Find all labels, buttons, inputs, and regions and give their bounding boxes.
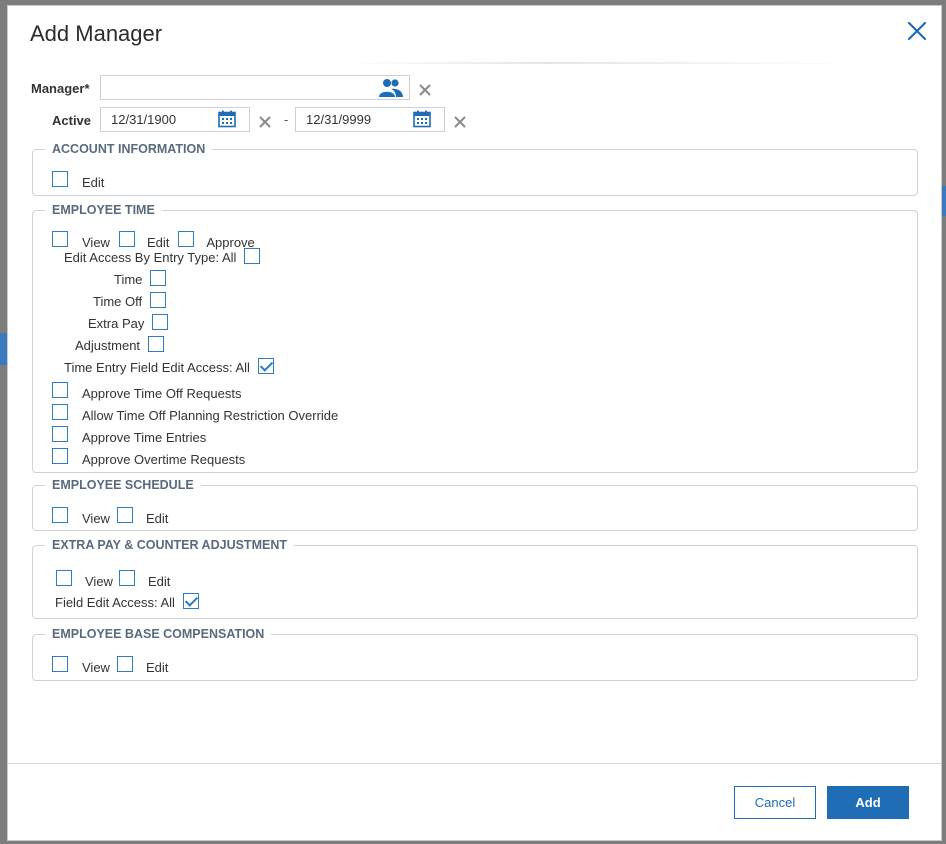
option-label: View [85,574,113,589]
extra-pay-checkbox[interactable] [152,313,169,330]
background-strip-left [0,333,7,365]
background-strip-right [942,186,946,216]
section-legend: ACCOUNT INFORMATION [52,142,206,156]
approve-time-entries-checkbox[interactable] [52,425,68,442]
account-information-section: ACCOUNT INFORMATION [32,142,918,196]
edit-access-by-entry-type-option: Edit Access By Entry Type: All [64,246,261,265]
close-icon[interactable] [904,18,930,44]
date-range-separator: - [284,112,289,127]
active-start-clear-icon[interactable] [259,115,271,128]
time-entry-field-edit-access-option: Time Entry Field Edit Access: All [64,356,274,375]
title-divider [348,62,848,64]
option-label: Extra Pay [88,316,145,331]
base-compensation-edit-checkbox[interactable] [116,655,133,672]
section-legend: EXTRA PAY & COUNTER ADJUSTMENT [52,538,287,552]
adjustment-option: Adjustment [75,334,165,353]
option-label: Adjustment [75,338,141,353]
extra-pay-option: Extra Pay [88,312,169,331]
employee-time-approve-checkbox[interactable] [178,230,195,247]
approve-time-off-requests-option: Approve Time Off Requests [52,378,241,401]
option-label: Approve Time Entries [82,430,207,445]
option-label: Edit [82,175,105,190]
manager-clear-icon[interactable] [419,83,431,96]
extra-pay-edit-checkbox[interactable] [118,569,135,586]
approve-overtime-requests-checkbox[interactable] [52,447,68,464]
field-edit-access-checkbox[interactable] [182,592,199,609]
active-label: Active [52,113,92,128]
time-option: Time [114,268,167,287]
time-entry-field-edit-access-checkbox[interactable] [257,357,274,374]
add-manager-dialog: Add Manager Manager* Active - [7,5,942,841]
account-edit-option: Edit [52,167,104,190]
adjustment-checkbox[interactable] [148,335,165,352]
calendar-icon[interactable] [218,110,236,133]
section-legend: EMPLOYEE SCHEDULE [52,478,194,492]
section-legend: EMPLOYEE TIME [52,203,155,217]
option-label: Edit Access By Entry Type: All [64,250,237,265]
active-end-clear-icon[interactable] [454,115,466,128]
extra-pay-view-checkbox[interactable] [56,569,72,586]
section-legend: EMPLOYEE BASE COMPENSATION [52,627,265,641]
option-label: View [82,511,110,526]
manager-label: Manager* [31,81,90,96]
option-label: Time Entry Field Edit Access: All [64,360,250,375]
option-label: Edit [147,574,171,589]
approve-overtime-requests-option: Approve Overtime Requests [52,444,245,467]
time-checkbox[interactable] [150,269,167,286]
option-label: Approve Overtime Requests [82,452,246,467]
account-edit-checkbox[interactable] [52,170,68,187]
cancel-button[interactable]: Cancel [734,786,816,819]
calendar-icon[interactable] [413,110,431,133]
option-label: Edit [145,511,169,526]
employee-base-compensation-view-edit-row: View Edit [52,652,168,675]
extra-pay-view-edit-row: View Edit [56,566,170,589]
employee-schedule-edit-checkbox[interactable] [116,506,133,523]
employee-time-edit-checkbox[interactable] [118,230,135,247]
option-label: Time Off [93,294,143,309]
option-label: Approve Time Off Requests [82,386,242,401]
edit-access-by-entry-type-checkbox[interactable] [244,247,261,264]
approve-time-off-requests-checkbox[interactable] [52,381,68,398]
approve-time-entries-option: Approve Time Entries [52,422,206,445]
option-label: Field Edit Access: All [55,595,175,610]
field-edit-access-option: Field Edit Access: All [55,591,199,610]
employee-time-view-checkbox[interactable] [52,230,68,247]
option-label: View [82,660,110,675]
employee-schedule-view-edit-row: View Edit [52,503,168,526]
time-off-option: Time Off [93,290,167,309]
option-label: Allow Time Off Planning Restriction Over… [82,408,339,423]
base-compensation-view-checkbox[interactable] [52,655,68,672]
employee-schedule-view-checkbox[interactable] [52,506,68,523]
option-label: Time [114,272,143,287]
allow-time-off-planning-override-option: Allow Time Off Planning Restriction Over… [52,400,338,423]
allow-time-off-planning-override-checkbox[interactable] [52,403,68,420]
option-label: Edit [145,660,169,675]
footer-divider [8,763,941,764]
add-button[interactable]: Add [827,786,909,819]
time-off-checkbox[interactable] [150,291,167,308]
users-icon[interactable] [378,78,404,103]
dialog-title: Add Manager [30,21,163,46]
manager-input[interactable] [100,75,410,100]
